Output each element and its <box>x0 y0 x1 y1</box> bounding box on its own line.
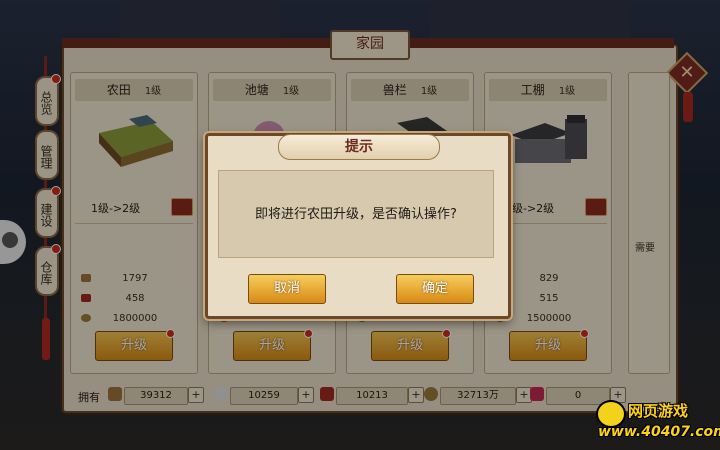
watermark-url: www.40407.com <box>598 424 720 440</box>
cancel-button[interactable]: 取消 <box>248 274 326 304</box>
watermark-logo: 网页游戏 www.40407.com <box>592 398 720 450</box>
watermark-text: 网页游戏 <box>628 402 689 420</box>
dialog-body: 即将进行农田升级，是否确认操作? <box>218 170 494 258</box>
dialog-message: 即将进行农田升级，是否确认操作? <box>255 207 457 222</box>
confirm-button[interactable]: 确定 <box>396 274 474 304</box>
confirm-dialog: 提示 即将进行农田升级，是否确认操作? 取消 确定 <box>205 133 511 319</box>
dialog-title: 提示 <box>278 134 440 160</box>
